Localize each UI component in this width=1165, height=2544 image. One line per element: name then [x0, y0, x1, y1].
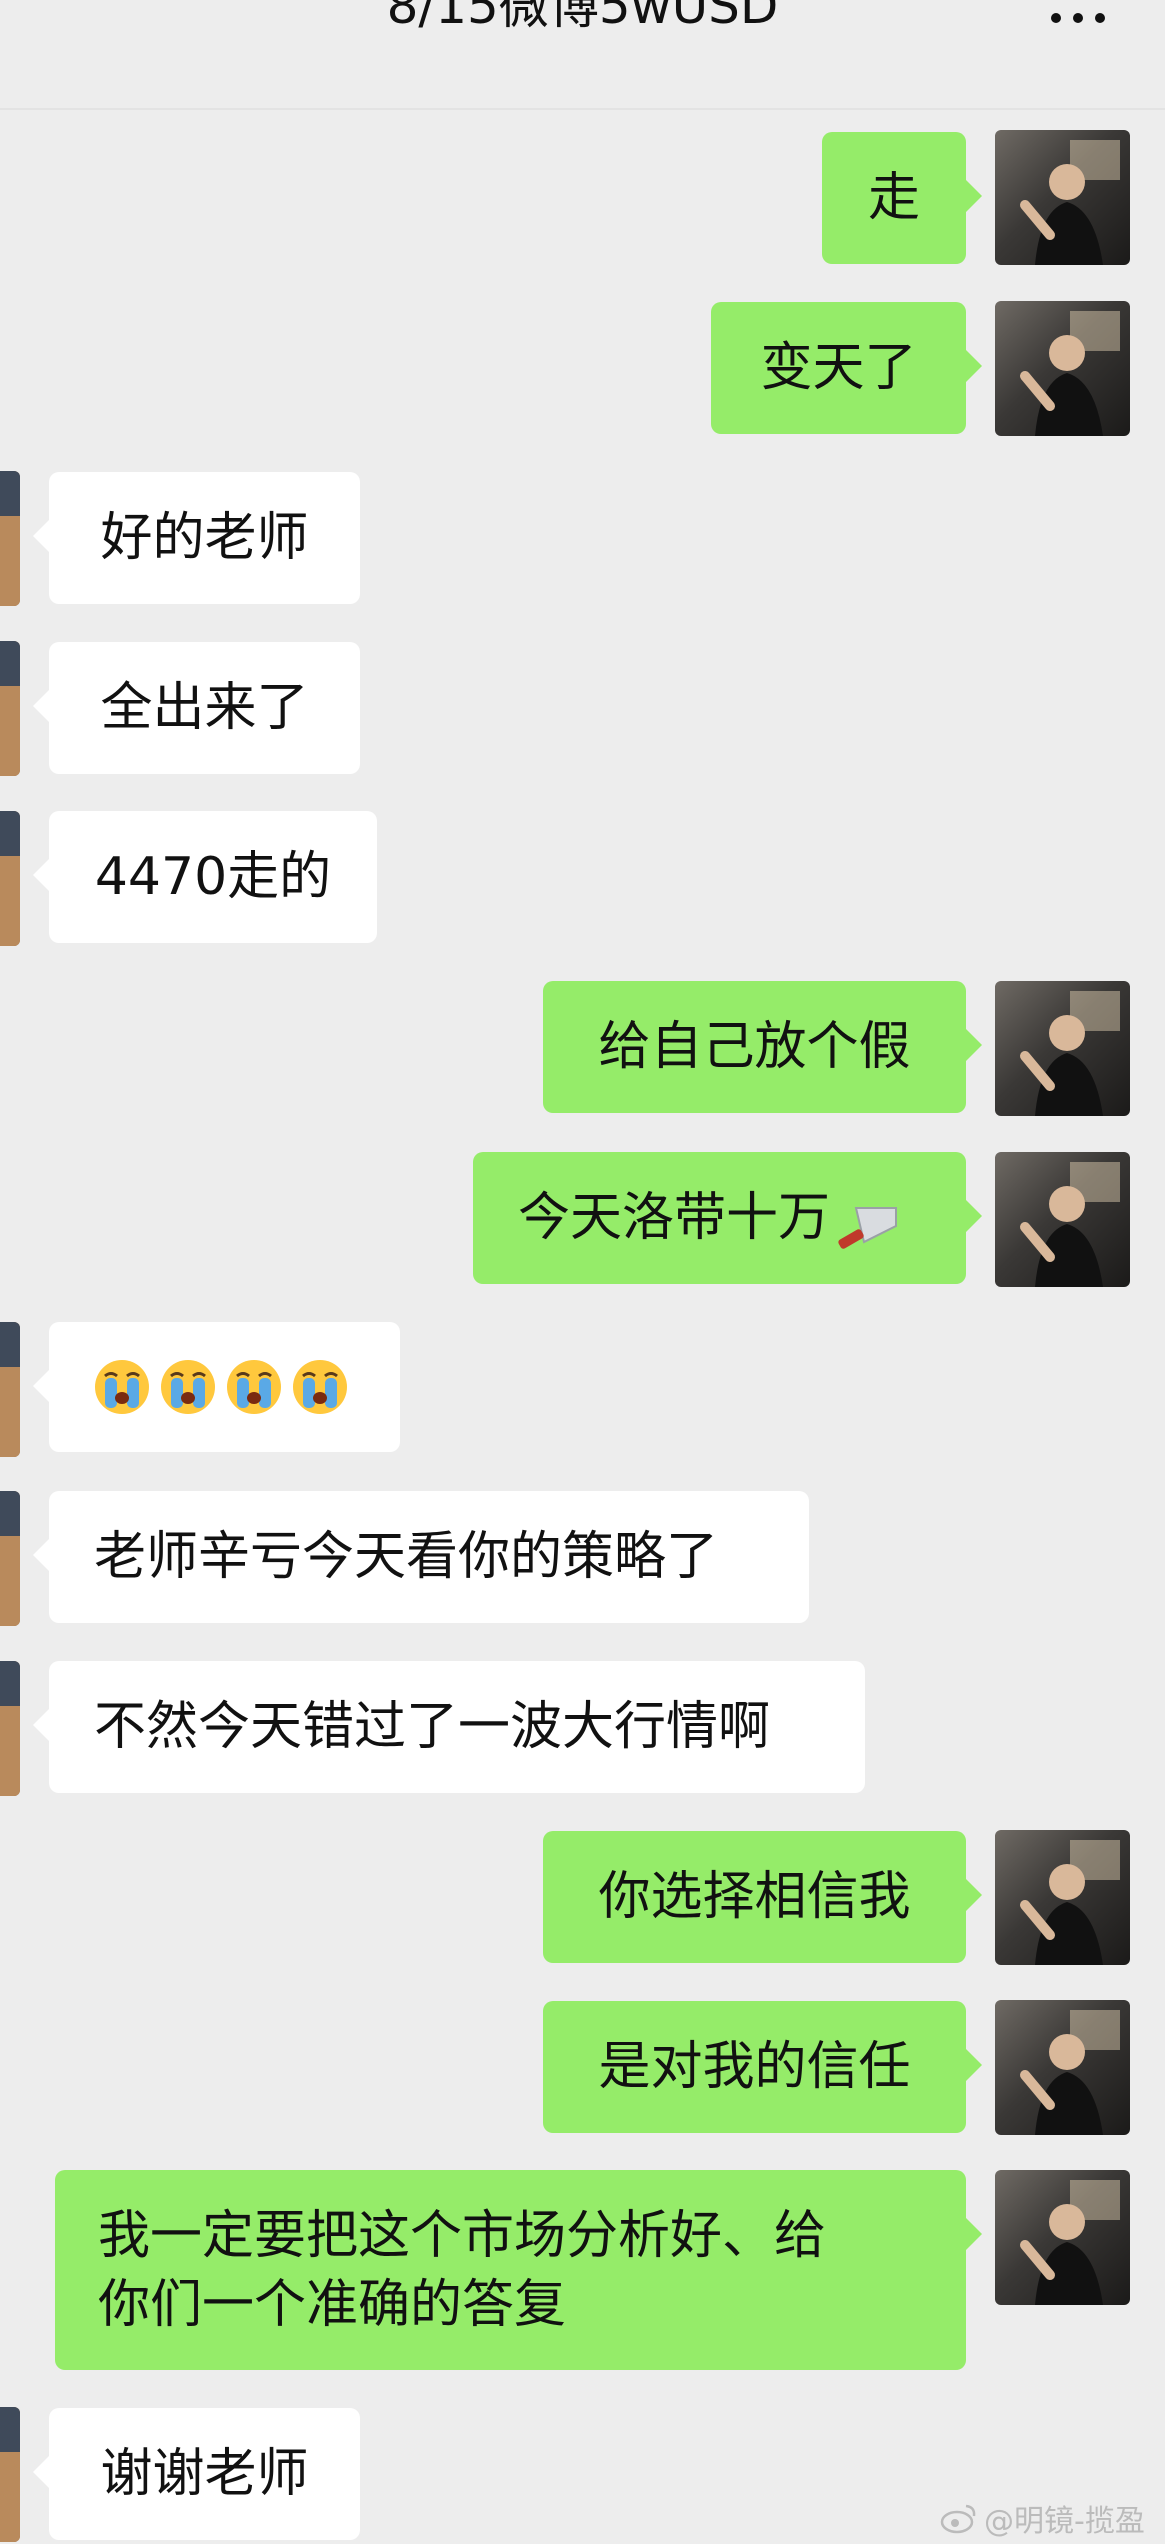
my-avatar[interactable] — [995, 2000, 1130, 2135]
chat-title: 8/15微博5wUSD — [386, 0, 779, 35]
message-bubble-sent[interactable]: 走 — [822, 132, 982, 264]
message-bubble-received[interactable]: 谢谢老师 — [33, 2408, 360, 2540]
loudly-crying-face-icon — [159, 1358, 217, 1416]
contact-avatar[interactable] — [0, 1661, 20, 1796]
message-text-line: 我一定要把这个市场分析好、给 — [98, 2206, 827, 2266]
contact-avatar[interactable] — [0, 2407, 20, 2542]
message-text: 变天了 — [760, 338, 917, 398]
message-bubble-received[interactable]: 老师辛亏今天看你的策略了 — [33, 1491, 809, 1623]
contact-avatar[interactable] — [0, 811, 20, 946]
message-bubble-received[interactable]: 不然今天错过了一波大行情啊 — [33, 1661, 865, 1793]
message-bubble-received[interactable]: 好的老师 — [33, 472, 360, 604]
message-bubble-sent[interactable]: 你选择相信我 — [543, 1831, 982, 1963]
message-bubble-received[interactable] — [33, 1322, 400, 1452]
chat-header: 8/15微博5wUSD — [0, 0, 1165, 110]
message-bubble-received[interactable]: 4470走的 — [33, 811, 377, 943]
message-text: 你选择相信我 — [598, 1867, 911, 1927]
message-bubble-sent[interactable]: 给自己放个假 — [543, 981, 982, 1113]
my-avatar[interactable] — [995, 1830, 1130, 1965]
message-text: 老师辛亏今天看你的策略了 — [94, 1527, 719, 1587]
contact-avatar[interactable] — [0, 641, 20, 776]
contact-avatar[interactable] — [0, 1491, 20, 1626]
my-avatar[interactable] — [995, 981, 1130, 1116]
message-bubble-received[interactable]: 全出来了 — [33, 642, 360, 774]
contact-avatar[interactable] — [0, 1322, 20, 1457]
message-bubble-sent[interactable]: 我一定要把这个市场分析好、给 你们一个准确的答复 — [55, 2170, 982, 2370]
message-text: 好的老师 — [100, 508, 309, 568]
message-text: 全出来了 — [100, 678, 309, 738]
cleaver-icon — [834, 1193, 904, 1249]
contact-avatar[interactable] — [0, 471, 20, 606]
my-avatar[interactable] — [995, 2170, 1130, 2305]
loudly-crying-face-icon — [291, 1358, 349, 1416]
weibo-watermark: @明镜-揽盈 — [940, 2496, 1145, 2540]
message-text: 谢谢老师 — [100, 2444, 309, 2504]
message-text: 是对我的信任 — [598, 2037, 911, 2097]
my-avatar[interactable] — [995, 301, 1130, 436]
watermark-text: @明镜-揽盈 — [984, 2504, 1145, 2539]
message-bubble-sent[interactable]: 是对我的信任 — [543, 2001, 982, 2133]
message-text: 给自己放个假 — [598, 1017, 911, 1077]
my-avatar[interactable] — [995, 130, 1130, 265]
message-text: 不然今天错过了一波大行情啊 — [94, 1697, 771, 1757]
message-text-line: 你们一个准确的答复 — [98, 2275, 567, 2335]
more-dots-icon[interactable] — [1038, 8, 1118, 28]
message-text: 走 — [867, 168, 920, 228]
message-text: 今天洛带十万 — [518, 1188, 831, 1248]
message-bubble-sent[interactable]: 今天洛带十万 — [473, 1152, 982, 1284]
loudly-crying-face-icon — [93, 1358, 151, 1416]
message-text: 4470走的 — [94, 847, 332, 907]
weibo-icon — [940, 2502, 978, 2534]
my-avatar[interactable] — [995, 1152, 1130, 1287]
loudly-crying-face-icon — [225, 1358, 283, 1416]
message-bubble-sent[interactable]: 变天了 — [711, 302, 982, 434]
